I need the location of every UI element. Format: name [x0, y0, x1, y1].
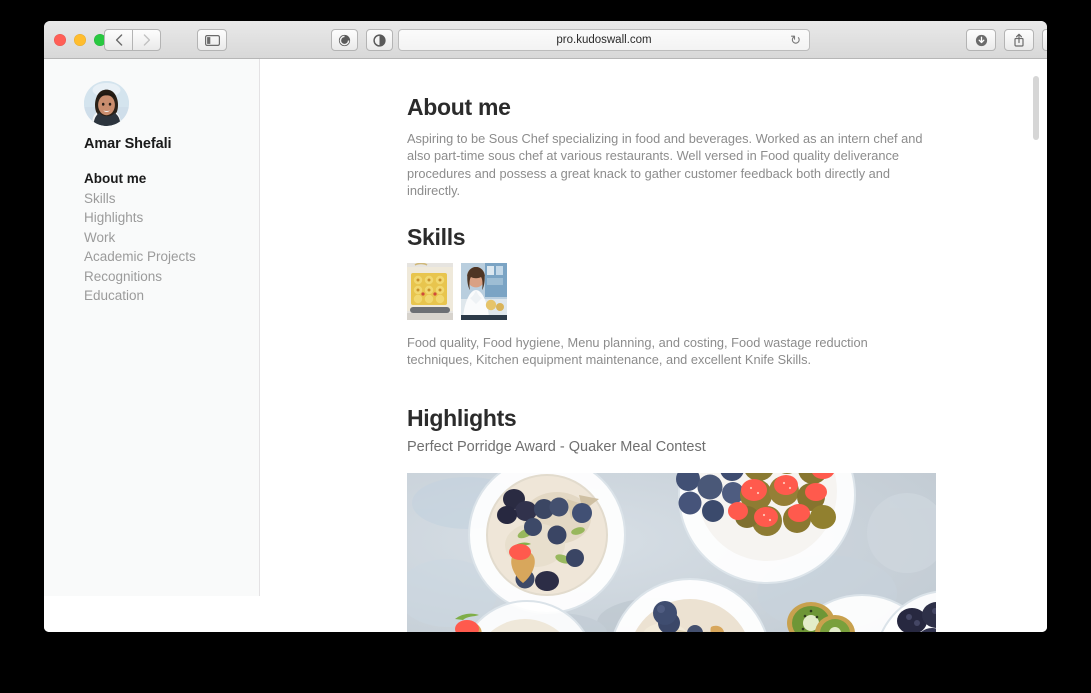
skills-heading: Skills: [407, 224, 466, 251]
minimize-button[interactable]: [74, 34, 86, 46]
toolbar-right-buttons: [966, 29, 1047, 51]
profile-sidebar: Amar Shefali About me Skills Highlights …: [44, 59, 260, 596]
highlight-photo[interactable]: [407, 472, 936, 632]
skill-thumbnail-food-tray[interactable]: [407, 263, 453, 321]
about-me-text: Aspiring to be Sous Chef specializing in…: [407, 131, 923, 198]
sidebar-item-work[interactable]: Work: [84, 230, 196, 245]
page-scrollbar[interactable]: [1032, 65, 1040, 617]
avatar-photo: [84, 81, 129, 126]
extension-icon-2[interactable]: [366, 29, 393, 51]
sidebar-item-highlights[interactable]: Highlights: [84, 210, 196, 225]
skills-thumbnails: [407, 263, 1047, 321]
sidebar-nav: About me Skills Highlights Work Academic…: [84, 171, 196, 303]
reload-icon[interactable]: ↻: [790, 34, 801, 47]
sidebar-item-recognitions[interactable]: Recognitions: [84, 269, 196, 284]
chevron-left-icon: [115, 34, 122, 46]
main-content: About me Aspiring to be Sous Chef specia…: [261, 59, 1047, 632]
download-icon: [975, 34, 987, 46]
extension-icon: [373, 33, 386, 47]
tab-overview-button[interactable]: [1042, 29, 1047, 51]
downloads-button[interactable]: [966, 29, 996, 51]
share-icon: [1014, 33, 1024, 47]
porridge-bowls-photo: [407, 472, 936, 632]
share-button[interactable]: [1004, 29, 1034, 51]
page-content: Amar Shefali About me Skills Highlights …: [44, 59, 1047, 632]
extension-icons: [331, 29, 393, 51]
sidebar-toggle-button[interactable]: [197, 29, 227, 51]
browser-toolbar: pro.kudoswall.com ↻: [44, 21, 1047, 59]
extension-icon: [338, 34, 351, 46]
about-me-heading: About me: [407, 94, 511, 120]
browser-window: pro.kudoswall.com ↻ Amar Shefali About m…: [44, 21, 1047, 632]
skill-thumbnail-chef-portrait[interactable]: [461, 263, 507, 321]
chef-portrait-photo: [461, 263, 507, 321]
scrollbar-thumb[interactable]: [1033, 76, 1039, 140]
highlight-caption: Perfect Porridge Award - Quaker Meal Con…: [407, 438, 706, 455]
url-text: pro.kudoswall.com: [556, 34, 652, 46]
back-button[interactable]: [104, 29, 133, 51]
profile-name: Amar Shefali: [84, 136, 172, 152]
chevron-right-icon: [143, 34, 150, 46]
sidebar-item-academic-projects[interactable]: Academic Projects: [84, 249, 196, 264]
forward-button[interactable]: [132, 29, 161, 51]
highlights-heading: Highlights: [407, 404, 517, 431]
window-controls: [54, 34, 106, 46]
extension-icon-1[interactable]: [331, 29, 358, 51]
food-tray-photo: [407, 263, 453, 321]
sidebar-item-skills[interactable]: Skills: [84, 191, 196, 206]
address-bar[interactable]: pro.kudoswall.com ↻: [398, 29, 810, 51]
sidebar-item-about-me[interactable]: About me: [84, 171, 196, 186]
skills-text: Food quality, Food hygiene, Menu plannin…: [407, 335, 868, 368]
close-button[interactable]: [54, 34, 66, 46]
navigation-buttons: [104, 29, 161, 51]
avatar: [84, 81, 129, 126]
sidebar-icon: [204, 34, 220, 46]
sidebar-item-education[interactable]: Education: [84, 288, 196, 303]
